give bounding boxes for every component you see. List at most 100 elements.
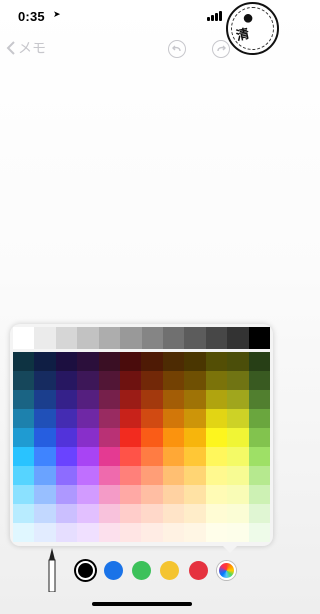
color-cell-1-0[interactable] <box>13 371 35 390</box>
color-cell-0-6[interactable] <box>141 352 163 371</box>
color-cell-4-5[interactable] <box>120 428 142 447</box>
color-cell-7-3[interactable] <box>77 485 99 504</box>
color-cell-9-1[interactable] <box>34 523 56 542</box>
color-cell-8-5[interactable] <box>120 504 142 523</box>
color-cell-7-10[interactable] <box>227 485 249 504</box>
color-cell-8-10[interactable] <box>227 504 249 523</box>
color-cell-2-11[interactable] <box>248 390 270 409</box>
color-cell-9-2[interactable] <box>55 523 78 542</box>
color-cell-8-0[interactable] <box>13 504 35 523</box>
color-cell-9-5[interactable] <box>120 523 142 542</box>
color-cell-3-8[interactable] <box>184 409 206 428</box>
color-cell-5-1[interactable] <box>34 447 56 466</box>
color-cell-5-10[interactable] <box>227 447 249 466</box>
color-cell-5-11[interactable] <box>248 447 270 466</box>
grey-swatch-4[interactable] <box>98 327 121 349</box>
color-cell-0-4[interactable] <box>98 352 121 371</box>
color-cell-5-4[interactable] <box>98 447 121 466</box>
color-cell-3-7[interactable] <box>162 409 185 428</box>
color-cell-1-11[interactable] <box>248 371 270 390</box>
grey-swatch-2[interactable] <box>55 327 78 349</box>
color-cell-9-10[interactable] <box>227 523 249 542</box>
color-cell-6-6[interactable] <box>141 466 163 485</box>
color-cell-9-7[interactable] <box>162 523 185 542</box>
color-cell-3-10[interactable] <box>227 409 249 428</box>
color-cell-0-2[interactable] <box>55 352 78 371</box>
red-swatch[interactable] <box>189 561 208 580</box>
color-cell-9-11[interactable] <box>248 523 270 542</box>
color-cell-8-2[interactable] <box>55 504 78 523</box>
color-cell-0-11[interactable] <box>248 352 270 371</box>
color-cell-2-2[interactable] <box>55 390 78 409</box>
color-cell-8-3[interactable] <box>77 504 99 523</box>
color-cell-4-7[interactable] <box>162 428 185 447</box>
color-cell-3-4[interactable] <box>98 409 121 428</box>
black-swatch[interactable] <box>76 561 95 580</box>
color-cell-6-1[interactable] <box>34 466 56 485</box>
color-cell-1-1[interactable] <box>34 371 56 390</box>
color-cell-6-4[interactable] <box>98 466 121 485</box>
color-cell-8-4[interactable] <box>98 504 121 523</box>
color-cell-2-6[interactable] <box>141 390 163 409</box>
color-cell-5-7[interactable] <box>162 447 185 466</box>
color-cell-7-7[interactable] <box>162 485 185 504</box>
pen-tool-icon[interactable] <box>46 546 58 592</box>
blue-swatch[interactable] <box>104 561 123 580</box>
color-cell-6-0[interactable] <box>13 466 35 485</box>
color-cell-0-7[interactable] <box>162 352 185 371</box>
color-cell-2-1[interactable] <box>34 390 56 409</box>
grey-swatch-11[interactable] <box>248 327 271 349</box>
color-cell-9-6[interactable] <box>141 523 163 542</box>
grey-swatch-10[interactable] <box>227 327 249 349</box>
color-cell-5-3[interactable] <box>77 447 99 466</box>
color-cell-2-5[interactable] <box>120 390 142 409</box>
color-cell-1-6[interactable] <box>141 371 163 390</box>
color-cell-5-0[interactable] <box>13 447 35 466</box>
color-cell-0-8[interactable] <box>184 352 206 371</box>
color-cell-3-0[interactable] <box>13 409 35 428</box>
color-cell-1-7[interactable] <box>162 371 185 390</box>
color-cell-5-9[interactable] <box>205 447 228 466</box>
color-cell-3-3[interactable] <box>77 409 99 428</box>
color-cell-0-3[interactable] <box>77 352 99 371</box>
color-cell-1-10[interactable] <box>227 371 249 390</box>
color-cell-1-8[interactable] <box>184 371 206 390</box>
color-cell-5-6[interactable] <box>141 447 163 466</box>
color-cell-2-7[interactable] <box>162 390 185 409</box>
color-cell-6-7[interactable] <box>162 466 185 485</box>
color-cell-4-9[interactable] <box>205 428 228 447</box>
color-wheel-icon[interactable] <box>217 561 236 580</box>
color-cell-0-10[interactable] <box>227 352 249 371</box>
color-cell-7-11[interactable] <box>248 485 270 504</box>
undo-icon[interactable] <box>168 40 186 58</box>
color-cell-1-3[interactable] <box>77 371 99 390</box>
grey-swatch-8[interactable] <box>184 327 206 349</box>
color-cell-2-9[interactable] <box>205 390 228 409</box>
color-cell-3-1[interactable] <box>34 409 56 428</box>
color-cell-4-6[interactable] <box>141 428 163 447</box>
green-swatch[interactable] <box>132 561 151 580</box>
color-cell-5-5[interactable] <box>120 447 142 466</box>
yellow-swatch[interactable] <box>160 561 179 580</box>
color-cell-0-5[interactable] <box>120 352 142 371</box>
color-cell-6-2[interactable] <box>55 466 78 485</box>
color-cell-8-11[interactable] <box>248 504 270 523</box>
color-cell-8-9[interactable] <box>205 504 228 523</box>
color-cell-6-8[interactable] <box>184 466 206 485</box>
color-cell-8-6[interactable] <box>141 504 163 523</box>
color-cell-0-1[interactable] <box>34 352 56 371</box>
color-cell-7-1[interactable] <box>34 485 56 504</box>
color-cell-2-3[interactable] <box>77 390 99 409</box>
color-cell-2-0[interactable] <box>13 390 35 409</box>
color-cell-4-4[interactable] <box>98 428 121 447</box>
color-cell-9-9[interactable] <box>205 523 228 542</box>
back-button[interactable]: メモ <box>6 38 46 58</box>
color-cell-3-5[interactable] <box>120 409 142 428</box>
color-cell-4-0[interactable] <box>13 428 35 447</box>
color-cell-8-7[interactable] <box>162 504 185 523</box>
color-cell-1-2[interactable] <box>55 371 78 390</box>
color-cell-2-8[interactable] <box>184 390 206 409</box>
grey-swatch-6[interactable] <box>141 327 163 349</box>
color-cell-7-2[interactable] <box>55 485 78 504</box>
grey-swatch-0[interactable] <box>13 327 35 349</box>
